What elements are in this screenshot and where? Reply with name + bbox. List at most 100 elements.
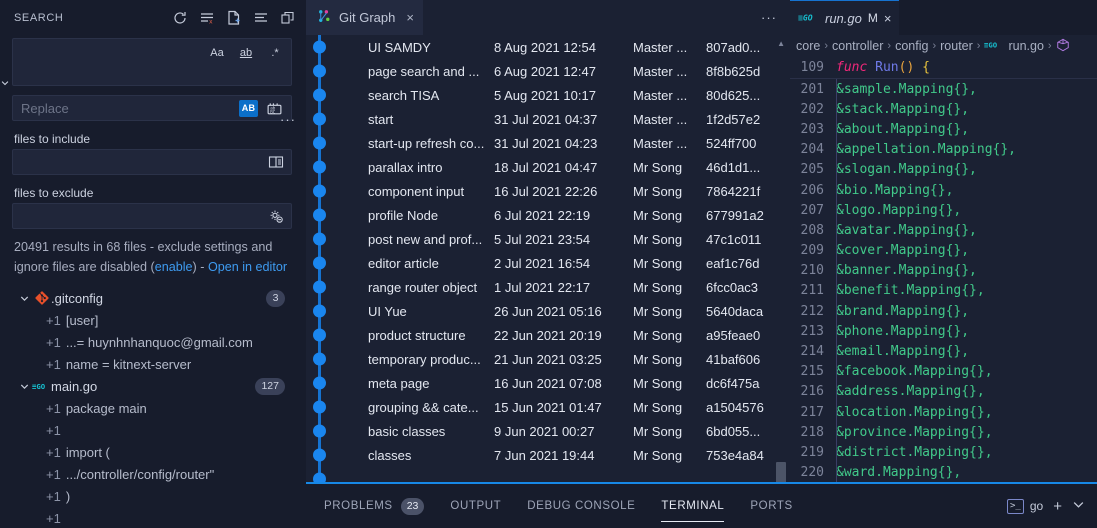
code-text: &avatar.Mapping{}, xyxy=(836,223,977,238)
tab-terminal[interactable]: TERMINAL xyxy=(661,490,724,522)
symbol-method-icon[interactable] xyxy=(1056,38,1070,55)
table-row[interactable]: product structure 22 Jun 2021 20:19 Mr S… xyxy=(306,323,790,347)
replace-input[interactable]: Replace AB ab BC xyxy=(12,95,292,121)
panel-actions: >_ go + xyxy=(1007,498,1097,515)
use-exclude-settings-icon[interactable] xyxy=(268,209,284,224)
new-terminal-icon[interactable]: + xyxy=(1053,498,1062,515)
code-text: &phone.Mapping{}, xyxy=(836,324,969,339)
search-input[interactable]: Aa ab .* xyxy=(12,38,292,86)
enable-link[interactable]: enable xyxy=(155,260,193,274)
breadcrumb-item-run-go[interactable]: run.go xyxy=(1008,39,1043,53)
tab-problems[interactable]: PROBLEMS 23 xyxy=(324,490,424,522)
table-row[interactable]: component input 16 Jul 2021 22:26 Mr Son… xyxy=(306,179,790,203)
git-graph-tabbar: Git Graph × ··· xyxy=(306,0,790,35)
code-content[interactable]: 201&sample.Mapping{}, 202&stack.Mapping{… xyxy=(790,79,1097,528)
tab-output[interactable]: OUTPUT xyxy=(450,490,501,522)
files-to-include-input[interactable] xyxy=(12,149,292,175)
git-graph-panel: Git Graph × ··· UI SAMDY 8 Aug 2021 12:5… xyxy=(306,0,790,528)
commit-author: Master ... xyxy=(633,64,705,79)
search-details-toggle-icon[interactable]: ··· xyxy=(280,116,296,124)
chevron-down-icon[interactable] xyxy=(16,293,32,304)
terminal-selector[interactable]: >_ go xyxy=(1007,499,1043,514)
table-row[interactable]: start 31 Jul 2021 04:37 Master ... 1f2d5… xyxy=(306,107,790,131)
result-match[interactable]: +1 xyxy=(12,507,292,528)
clear-search-results-icon[interactable]: x xyxy=(199,10,215,26)
files-to-exclude-input[interactable] xyxy=(12,203,292,229)
result-match[interactable]: +1 name = kitnext-server xyxy=(12,353,292,375)
match-prefix: +1 xyxy=(46,511,61,526)
result-match[interactable]: +1 ) xyxy=(12,485,292,507)
table-row[interactable]: parallax intro 18 Jul 2021 04:47 Mr Song… xyxy=(306,155,790,179)
code-text: &about.Mapping{}, xyxy=(836,122,969,137)
chevron-right-icon: › xyxy=(887,40,891,52)
tab-debug-console[interactable]: DEBUG CONSOLE xyxy=(527,490,635,522)
commit-author: Mr Song xyxy=(633,232,705,247)
go-file-icon: ≡GO xyxy=(984,39,1004,53)
result-file-maingo[interactable]: ≡GO main.go 127 xyxy=(12,375,292,397)
table-row[interactable]: profile Node 6 Jul 2021 22:19 Mr Song 67… xyxy=(306,203,790,227)
open-in-editor-link[interactable]: Open in editor xyxy=(208,260,287,274)
preserve-case-icon[interactable]: AB xyxy=(239,100,258,117)
table-row[interactable]: range router object 1 Jul 2021 22:17 Mr … xyxy=(306,275,790,299)
tab-ports[interactable]: PORTS xyxy=(750,490,792,522)
refresh-icon[interactable] xyxy=(172,10,188,26)
table-row[interactable]: page search and ... 6 Aug 2021 12:47 Mas… xyxy=(306,59,790,83)
result-file-gitconfig[interactable]: .gitconfig 3 xyxy=(12,287,292,309)
match-whole-word-icon[interactable]: ab xyxy=(236,44,256,62)
close-icon[interactable]: × xyxy=(884,11,892,26)
tab-label: TERMINAL xyxy=(661,500,724,512)
table-row[interactable]: UI Yue 26 Jun 2021 05:16 Mr Song 5640dac… xyxy=(306,299,790,323)
table-row[interactable]: temporary produc... 21 Jun 2021 03:25 Mr… xyxy=(306,347,790,371)
git-graph-commit-list[interactable]: UI SAMDY 8 Aug 2021 12:54 Master ... 807… xyxy=(306,35,790,528)
match-prefix: +1 xyxy=(46,401,61,416)
chevron-down-icon[interactable] xyxy=(1072,498,1085,515)
breadcrumb-item-router[interactable]: router xyxy=(940,39,973,53)
match-case-icon[interactable]: Aa xyxy=(207,44,227,62)
view-as-list-icon[interactable] xyxy=(253,10,269,26)
git-graph-scrollbar[interactable]: ▲ ▼ xyxy=(778,35,787,516)
table-row[interactable]: editor article 2 Jul 2021 16:54 Mr Song … xyxy=(306,251,790,275)
table-row[interactable]: UI SAMDY 8 Aug 2021 12:54 Master ... 807… xyxy=(306,35,790,59)
commit-date: 5 Jul 2021 23:54 xyxy=(494,232,629,247)
breadcrumb-item-controller[interactable]: controller xyxy=(832,39,883,53)
commit-author: Mr Song xyxy=(633,304,705,319)
line-number: 202 xyxy=(790,102,836,117)
table-row[interactable]: search TISA 5 Aug 2021 10:17 Master ... … xyxy=(306,83,790,107)
collapse-all-icon[interactable] xyxy=(280,10,296,26)
result-match[interactable]: +1 import ( xyxy=(12,441,292,463)
result-match[interactable]: +1 package main xyxy=(12,397,292,419)
breadcrumb-item-core[interactable]: core xyxy=(796,39,820,53)
new-search-editor-icon[interactable] xyxy=(226,10,242,26)
result-match[interactable]: +1 .../controller/config/router" xyxy=(12,463,292,485)
table-row[interactable]: basic classes 9 Jun 2021 00:27 Mr Song 6… xyxy=(306,419,790,443)
search-summary: 20491 results in 68 files - exclude sett… xyxy=(14,238,290,277)
result-match[interactable]: +1 xyxy=(12,419,292,441)
table-row[interactable]: grouping && cate... 15 Jun 2021 01:47 Mr… xyxy=(306,395,790,419)
commit-hash: 47c1c011 xyxy=(706,232,761,247)
table-row[interactable]: meta page 16 Jun 2021 07:08 Mr Song dc6f… xyxy=(306,371,790,395)
scroll-up-icon[interactable]: ▲ xyxy=(777,39,785,48)
close-icon[interactable]: × xyxy=(406,10,414,25)
tab-run-go[interactable]: ≡GO run.go M × xyxy=(790,0,899,35)
editor-actions-more-icon[interactable]: ··· xyxy=(761,0,790,35)
breadcrumb-item-config[interactable]: config xyxy=(895,39,928,53)
commit-date: 9 Jun 2021 00:27 xyxy=(494,424,629,439)
code-text: &banner.Mapping{}, xyxy=(836,263,977,278)
use-regex-icon[interactable]: .* xyxy=(265,44,285,62)
use-open-editors-icon[interactable] xyxy=(268,155,284,169)
sidebar-edge-chevron-icon[interactable] xyxy=(0,77,10,91)
commit-date: 22 Jun 2021 20:19 xyxy=(494,328,629,343)
commit-node-icon xyxy=(313,209,326,222)
commit-author: Mr Song xyxy=(633,400,705,415)
table-row[interactable]: post new and prof... 5 Jul 2021 23:54 Mr… xyxy=(306,227,790,251)
code-text: &province.Mapping{}, xyxy=(836,425,993,440)
table-row[interactable]: start-up refresh co... 31 Jul 2021 04:23… xyxy=(306,131,790,155)
line-number: 220 xyxy=(790,465,836,480)
result-match[interactable]: +1 ...= huynhnhanquoc@gmail.com xyxy=(12,331,292,353)
chevron-right-icon: › xyxy=(1048,40,1052,52)
table-row[interactable]: classes 7 Jun 2021 19:44 Mr Song 753e4a8… xyxy=(306,443,790,467)
chevron-down-icon[interactable] xyxy=(16,381,32,392)
result-match[interactable]: +1 [user] xyxy=(12,309,292,331)
tab-git-graph[interactable]: Git Graph × xyxy=(306,0,423,35)
search-option-toggles: Aa ab .* xyxy=(207,44,285,62)
